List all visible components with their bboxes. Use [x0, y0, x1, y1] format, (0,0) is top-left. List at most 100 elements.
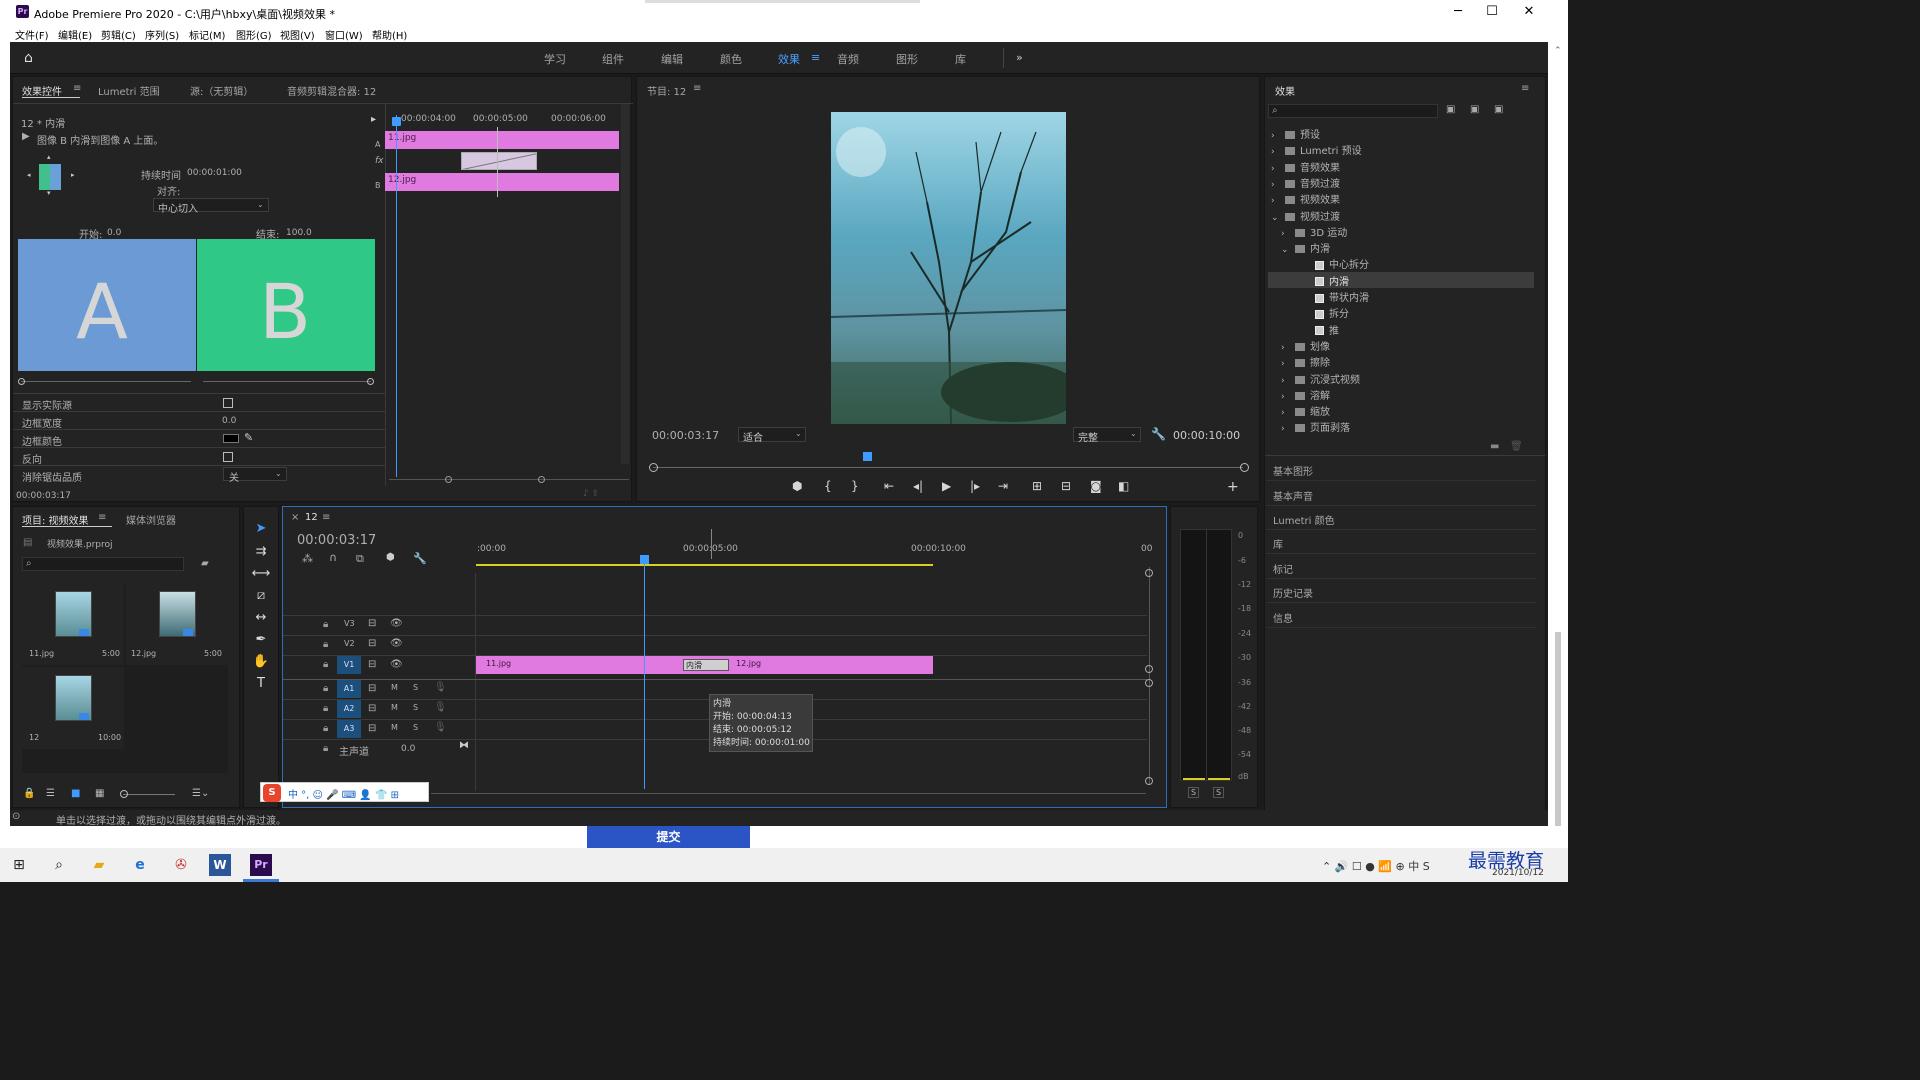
effects-folder[interactable]: › 3D 运动 — [1281, 224, 1347, 239]
sync-icon[interactable]: ⊟ — [368, 618, 376, 629]
lock-icon[interactable]: 🔒︎ — [323, 639, 328, 650]
windows-start-icon[interactable]: ⊞ — [8, 854, 30, 876]
effects-folder[interactable]: › 音频效果 — [1271, 159, 1340, 174]
section-essential-graphics[interactable]: 基本图形 — [1273, 463, 1313, 478]
step-back-icon[interactable]: ◂| — [913, 479, 923, 493]
start-slider[interactable] — [21, 381, 191, 382]
step-forward-icon[interactable]: |▸ — [970, 479, 980, 493]
end-slider-handle[interactable] — [367, 378, 374, 385]
project-item[interactable]: 11.jpg 5:00 — [22, 583, 124, 665]
section-lumetri-color[interactable]: Lumetri 颜色 — [1273, 512, 1335, 527]
mic-icon[interactable]: 🎙 — [434, 682, 447, 693]
32bit-effects-icon[interactable]: ▣ — [1470, 104, 1479, 115]
accelerated-effects-icon[interactable]: ▣ — [1446, 104, 1455, 115]
solo-button[interactable]: S — [413, 723, 418, 732]
linked-selection-icon[interactable]: ⧉ — [356, 552, 364, 566]
sync-icon[interactable]: ⊟ — [368, 723, 376, 734]
eye-icon[interactable]: 👁 — [390, 638, 403, 649]
tab-project[interactable]: 项目: 视频效果 — [22, 512, 89, 527]
program-menu-icon[interactable]: ≡ — [693, 83, 701, 94]
workspace-menu-icon[interactable]: ≡ — [811, 51, 820, 64]
section-essential-sound[interactable]: 基本声音 — [1273, 488, 1313, 503]
sync-icon[interactable]: ⊟ — [368, 683, 376, 694]
hand-tool-icon[interactable]: ✋ — [251, 654, 271, 669]
ripple-edit-tool-icon[interactable]: ⟷ — [251, 566, 271, 581]
project-menu-icon[interactable]: ≡ — [98, 512, 106, 523]
solo-button[interactable]: S — [413, 683, 418, 692]
nest-icon[interactable]: ⁂ — [302, 552, 313, 565]
track-a2[interactable]: A2 — [337, 700, 361, 718]
lock-icon[interactable]: 🔒︎ — [323, 619, 328, 630]
add-marker-icon[interactable]: ⬢ — [386, 552, 395, 563]
tab-lumetri-scopes[interactable]: Lumetri 范围 — [98, 83, 160, 98]
solo-button[interactable]: S — [413, 703, 418, 712]
project-item[interactable]: 12 10:00 — [22, 667, 124, 749]
work-area-bar[interactable] — [476, 564, 933, 566]
edge-icon[interactable]: e — [129, 854, 151, 876]
sort-icon[interactable]: ☰⌄ — [192, 788, 209, 799]
workspace-graphics[interactable]: 图形 — [896, 51, 918, 67]
tab-source[interactable]: 源:（无剪辑） — [190, 83, 253, 98]
play-transition-icon[interactable]: ▸ — [371, 114, 376, 125]
timeline-hscroll[interactable] — [431, 793, 1146, 794]
start-value[interactable]: 0.0 — [107, 228, 121, 238]
border-color-swatch[interactable] — [223, 434, 239, 443]
program-playhead[interactable] — [863, 452, 872, 461]
start-slider-handle[interactable] — [18, 378, 25, 385]
effects-folder[interactable]: › 视频效果 — [1271, 191, 1340, 206]
effect-item[interactable]: 推 — [1291, 322, 1339, 337]
lock-icon[interactable]: 🔒 — [23, 788, 35, 799]
list-view-icon[interactable]: ☰ — [46, 788, 55, 799]
menu-file[interactable]: 文件(F) — [15, 27, 49, 42]
tab-audio-clip-mixer[interactable]: 音频剪辑混合器: 12 — [287, 83, 376, 98]
ec-clip-b[interactable]: 12.jpg — [385, 173, 619, 191]
lock-icon[interactable]: 🔒︎ — [323, 703, 328, 714]
section-libraries[interactable]: 库 — [1273, 536, 1283, 551]
menu-window[interactable]: 窗口(W) — [325, 27, 363, 42]
icon-view-icon[interactable]: ■ — [71, 788, 80, 799]
razor-tool-icon[interactable]: ⧄ — [251, 588, 271, 603]
timeline-timecode[interactable]: 00:00:03:17 — [297, 533, 376, 548]
compare-icon[interactable]: ◧ — [1118, 479, 1129, 493]
track-v2[interactable]: V2 — [344, 639, 355, 648]
effects-folder[interactable]: › 预设 — [1271, 126, 1320, 141]
section-history[interactable]: 历史记录 — [1273, 585, 1313, 600]
effect-item[interactable]: 带状内滑 — [1291, 289, 1369, 304]
duration-value[interactable]: 00:00:01:00 — [187, 168, 242, 178]
effect-item[interactable]: 中心拆分 — [1291, 256, 1369, 271]
effects-folder[interactable]: › 沉浸式视频 — [1281, 371, 1360, 386]
lock-icon[interactable]: 🔒︎ — [323, 743, 328, 754]
tab-media-browser[interactable]: 媒体浏览器 — [126, 512, 176, 527]
eyedropper-icon[interactable]: ✎ — [244, 431, 253, 444]
effects-folder[interactable]: › 擦除 — [1281, 354, 1330, 369]
lock-icon[interactable]: 🔒︎ — [323, 659, 328, 670]
effects-search-input[interactable]: ⌕ — [1268, 104, 1438, 118]
sync-icon[interactable]: ⊟ — [368, 659, 376, 670]
mute-button[interactable]: M — [391, 683, 398, 692]
menu-sequence[interactable]: 序列(S) — [145, 27, 179, 42]
ec-playhead[interactable] — [392, 117, 401, 126]
eye-icon[interactable]: 👁 — [390, 659, 403, 670]
word-icon[interactable]: W — [209, 854, 231, 876]
effects-folder[interactable]: ⌄ 内滑 — [1281, 240, 1330, 255]
menu-marker[interactable]: 标记(M) — [189, 27, 225, 42]
new-bin-icon[interactable]: ▬ — [1490, 441, 1499, 452]
program-scrub-bar[interactable] — [653, 467, 1243, 468]
pen-tool-icon[interactable]: ✒ — [251, 632, 271, 647]
workspace-libraries[interactable]: 库 — [955, 51, 966, 67]
app-icon[interactable]: ✇ — [170, 854, 192, 876]
workspace-color[interactable]: 颜色 — [720, 51, 742, 67]
track-v3[interactable]: V3 — [344, 619, 355, 628]
show-actual-sources-checkbox[interactable] — [223, 398, 233, 408]
expand-icon[interactable]: ▶ — [22, 131, 30, 142]
go-to-end-icon[interactable]: ⧓ — [459, 740, 469, 751]
selection-tool-icon[interactable]: ➤ — [251, 521, 271, 536]
sync-icon[interactable]: ⊟ — [368, 638, 376, 649]
workspace-assembly[interactable]: 组件 — [602, 51, 624, 67]
tab-effect-controls[interactable]: 效果控件 — [22, 83, 62, 98]
play-icon[interactable]: ▶ — [942, 479, 951, 493]
track-a1[interactable]: A1 — [337, 680, 361, 698]
extract-icon[interactable]: ⊟ — [1061, 479, 1071, 493]
menu-help[interactable]: 帮助(H) — [372, 27, 407, 42]
lift-icon[interactable]: ⊞ — [1032, 479, 1042, 493]
